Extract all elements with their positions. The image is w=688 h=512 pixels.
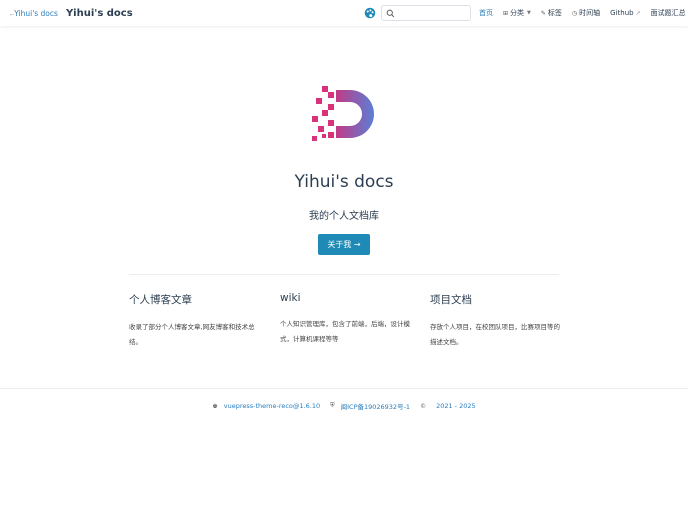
nav-link-timeline-label: 时间轴 — [579, 9, 601, 17]
brand-logo-image[interactable]: ⌐Yihui's docs — [10, 9, 58, 18]
clock-icon: ◷ — [571, 9, 578, 17]
footer-theme: ♚ vuepress-theme-reco@1.6.10 — [212, 402, 320, 410]
footer-icp: ⛨ 闽ICP备19026932号-1 — [330, 401, 410, 411]
feature-wiki: wiki 个人知识管理库，包含了前端，后端，设计模式，计算机课程等等 — [280, 292, 420, 347]
site-title[interactable]: Yihui's docs — [66, 8, 133, 19]
icp-link[interactable]: 闽ICP备19026932号-1 — [341, 401, 410, 411]
feature-blog: 个人博客文章 收录了部分个人博客文章,网友博客和技术总结。 — [129, 292, 269, 350]
nav-link-tags-label: 标签 — [547, 9, 562, 17]
search-input[interactable] — [398, 7, 468, 19]
feature-projects: 项目文档 存放个人项目，在校团队项目，比赛项目等的描述文档。 — [430, 292, 570, 350]
nav-link-category[interactable]: ⊞ 分类 ▼ — [503, 8, 531, 18]
feature-title: wiki — [280, 292, 301, 304]
search-box[interactable] — [381, 5, 471, 21]
copyright-icon: © — [420, 402, 427, 410]
shield-icon: ⛨ — [330, 402, 335, 409]
feature-description: 存放个人项目，在校团队项目，比赛项目等的描述文档。 — [430, 323, 560, 346]
external-link-icon: ↗ — [635, 9, 641, 17]
color-palette-icon[interactable] — [364, 7, 376, 19]
brand-logo-alt: Yihui's docs — [14, 8, 58, 18]
tag-icon: ✎ — [540, 9, 546, 17]
section-divider — [129, 274, 559, 275]
feature-description: 收录了部分个人博客文章,网友博客和技术总结。 — [129, 323, 255, 346]
nav-link-interview-label: 面试题汇总 — [650, 9, 686, 17]
hero-title: Yihui's docs — [294, 172, 394, 192]
hero-description: 我的个人文档库 — [309, 211, 379, 222]
footer: ♚ vuepress-theme-reco@1.6.10 ⛨ 闽ICP备1902… — [0, 400, 688, 412]
footer-divider — [0, 388, 688, 389]
nav-link-github[interactable]: Github ↗ — [610, 9, 640, 17]
grid-icon: ⊞ — [503, 9, 509, 17]
copyright-years: 2021 - 2025 — [436, 402, 476, 410]
nav-link-timeline[interactable]: ◷ 时间轴 — [572, 8, 600, 18]
nav-link-category-label: 分类 — [510, 9, 525, 17]
about-me-button[interactable]: 关于我 → — [318, 234, 370, 255]
nav-links: 首页 ⊞ 分类 ▼ ✎ 标签 ◷ 时间轴 Github ↗ 面试题汇总 — [478, 0, 686, 26]
theme-link[interactable]: vuepress-theme-reco@1.6.10 — [224, 402, 320, 410]
hero-logo-image — [312, 86, 374, 141]
feature-title: 个人博客文章 — [129, 294, 192, 306]
nav-link-github-label: Github — [610, 9, 634, 17]
nav-link-home[interactable]: 首页 — [479, 8, 493, 18]
caret-down-icon: ▼ — [527, 10, 531, 16]
nav-link-home-label: 首页 — [479, 9, 493, 17]
feature-title: 项目文档 — [430, 294, 472, 306]
brand[interactable]: ⌐Yihui's docs Yihui's docs — [10, 8, 133, 19]
search-icon — [386, 9, 395, 18]
feature-description: 个人知识管理库，包含了前端，后端，设计模式，计算机课程等等 — [280, 320, 410, 343]
nav-link-interview[interactable]: 面试题汇总 — [651, 8, 686, 18]
theme-icon: ♚ — [212, 402, 218, 410]
footer-copyright: © 2021 - 2025 — [420, 402, 476, 410]
nav-link-tags[interactable]: ✎ 标签 — [541, 8, 562, 18]
